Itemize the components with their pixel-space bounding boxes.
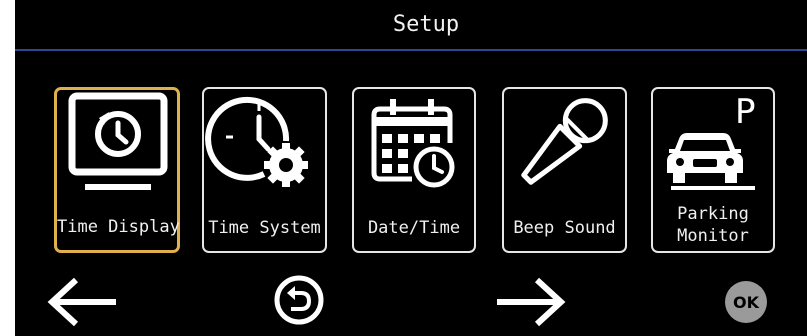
tile-beep-sound[interactable]: Beep Sound <box>502 87 627 253</box>
back-button[interactable] <box>42 270 122 330</box>
header-bar: Setup <box>15 0 807 51</box>
tile-label-line2: Monitor <box>677 226 749 246</box>
svg-text:P: P <box>735 92 756 132</box>
monitor-clock-icon <box>57 90 177 210</box>
microphone-icon <box>504 89 625 209</box>
arrow-left-icon <box>47 277 116 327</box>
tile-label: Time Display <box>57 217 180 237</box>
arrow-right-icon <box>497 277 566 327</box>
ok-icon: OK <box>725 281 767 323</box>
tile-label-line1: Parking <box>677 204 749 224</box>
parking-car-icon: P <box>653 89 773 209</box>
tile-label: Beep Sound <box>513 218 616 238</box>
return-icon <box>274 275 324 325</box>
next-button[interactable] <box>491 270 571 330</box>
clock-gear-icon <box>204 89 325 209</box>
ok-button[interactable]: OK <box>721 270 771 330</box>
calendar-clock-icon <box>354 89 474 209</box>
return-button[interactable] <box>269 270 329 330</box>
setup-screen: Setup Time Display Time System Date/Time… <box>15 0 807 336</box>
tile-label: Time System <box>208 218 321 238</box>
tile-time-display[interactable]: Time Display <box>54 87 180 253</box>
tile-label: Parking Monitor <box>653 203 773 247</box>
tile-time-system[interactable]: Time System <box>202 87 327 253</box>
tile-date-time[interactable]: Date/Time <box>352 87 476 253</box>
tile-parking-monitor[interactable]: P Parking Monitor <box>651 87 775 253</box>
ok-label: OK <box>733 293 760 312</box>
tile-label: Date/Time <box>367 218 461 238</box>
page-title: Setup <box>392 12 460 37</box>
